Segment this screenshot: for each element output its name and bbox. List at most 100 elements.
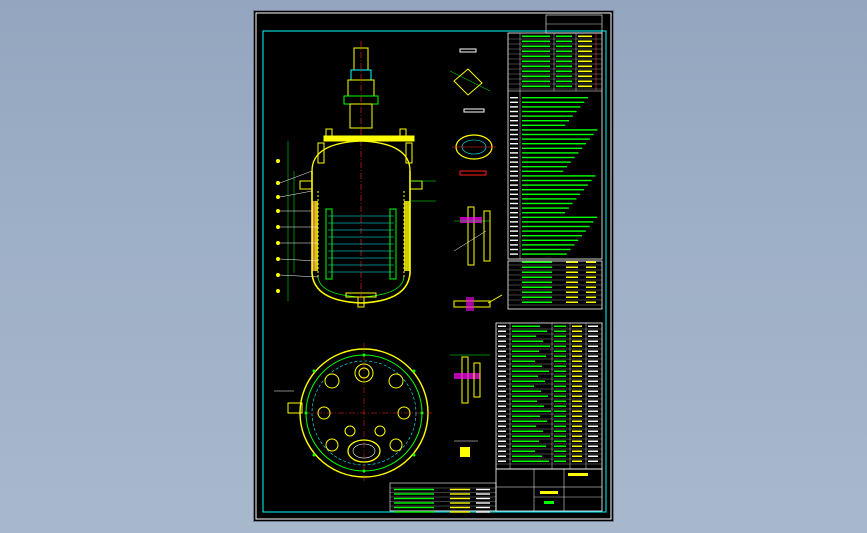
illegible-text xyxy=(510,216,518,218)
illegible-text xyxy=(578,65,592,68)
illegible-text xyxy=(522,156,575,159)
illegible-text xyxy=(498,350,506,352)
illegible-text xyxy=(510,239,518,241)
illegible-text xyxy=(522,161,571,163)
illegible-text xyxy=(588,395,598,397)
illegible-text xyxy=(522,45,550,48)
illegible-text xyxy=(588,435,598,437)
illegible-text xyxy=(522,253,567,255)
illegible-text xyxy=(476,493,490,495)
illegible-text xyxy=(510,202,518,205)
illegible-text xyxy=(572,340,582,342)
illegible-text xyxy=(566,301,578,303)
illegible-text xyxy=(512,400,537,402)
illegible-text xyxy=(566,286,578,288)
illegible-text xyxy=(498,380,506,382)
illegible-text xyxy=(588,365,598,367)
illegible-text xyxy=(522,184,588,186)
illegible-text xyxy=(512,435,550,437)
illegible-text xyxy=(588,380,598,382)
illegible-text xyxy=(510,143,518,145)
illegible-text xyxy=(498,415,506,417)
illegible-text xyxy=(510,189,518,191)
illegible-text xyxy=(522,115,573,117)
illegible-text xyxy=(554,360,566,362)
illegible-text xyxy=(572,365,582,367)
illegible-text xyxy=(522,230,586,232)
illegible-text xyxy=(588,370,598,372)
illegible-text xyxy=(554,410,566,412)
illegible-text xyxy=(510,101,518,103)
illegible-text xyxy=(522,212,565,214)
illegible-text xyxy=(476,497,490,500)
illegible-text xyxy=(510,230,518,232)
illegible-text xyxy=(586,286,596,288)
illegible-text xyxy=(510,115,518,117)
illegible-text xyxy=(522,120,569,122)
illegible-text xyxy=(522,110,577,113)
illegible-text xyxy=(588,330,598,332)
illegible-text xyxy=(522,80,550,83)
illegible-text xyxy=(572,395,582,397)
illegible-text xyxy=(498,335,506,337)
illegible-text xyxy=(556,50,572,53)
illegible-text xyxy=(554,380,566,382)
illegible-text xyxy=(512,385,534,387)
illegible-text xyxy=(566,266,578,268)
illegible-text xyxy=(556,55,572,58)
illegible-text xyxy=(554,435,566,437)
plan-view xyxy=(274,343,434,483)
illegible-text xyxy=(512,370,549,372)
illegible-text xyxy=(522,65,550,68)
illegible-text xyxy=(554,340,566,342)
illegible-text xyxy=(556,35,572,38)
illegible-text xyxy=(510,248,518,251)
illegible-text xyxy=(510,156,518,159)
illegible-text xyxy=(578,40,592,43)
illegible-text xyxy=(522,106,581,108)
illegible-text xyxy=(498,430,506,432)
illegible-text xyxy=(554,365,566,367)
illegible-text xyxy=(554,415,566,417)
illegible-text xyxy=(510,179,518,182)
illegible-text xyxy=(588,345,598,347)
illegible-text xyxy=(586,271,596,273)
illegible-text xyxy=(572,455,582,457)
illegible-text xyxy=(578,80,592,83)
illegible-text xyxy=(512,415,540,417)
illegible-text xyxy=(512,335,536,337)
illegible-text xyxy=(512,425,536,427)
illegible-text xyxy=(498,340,506,342)
illegible-text xyxy=(572,355,582,357)
illegible-text xyxy=(554,370,566,372)
illegible-text xyxy=(394,488,434,491)
illegible-text xyxy=(554,335,566,337)
illegible-text xyxy=(588,440,598,442)
illegible-text xyxy=(522,55,550,58)
illegible-text xyxy=(554,460,566,462)
illegible-text xyxy=(512,450,535,452)
specification-table xyxy=(507,14,603,310)
illegible-text xyxy=(586,291,596,293)
illegible-text xyxy=(578,75,592,78)
illegible-text xyxy=(510,212,518,214)
illegible-text xyxy=(522,235,582,237)
illegible-text xyxy=(450,511,470,513)
illegible-text xyxy=(572,425,582,427)
illegible-text xyxy=(556,85,572,88)
illegible-text xyxy=(522,286,552,288)
illegible-text xyxy=(498,460,506,462)
illegible-text xyxy=(588,385,598,387)
illegible-text xyxy=(572,400,582,402)
illegible-text xyxy=(450,502,470,504)
illegible-text xyxy=(588,335,598,337)
illegible-text xyxy=(522,85,550,88)
illegible-text xyxy=(572,410,582,412)
illegible-text xyxy=(498,450,506,452)
illegible-text xyxy=(556,75,572,78)
illegible-text xyxy=(512,390,541,392)
illegible-text xyxy=(588,405,598,407)
illegible-text xyxy=(450,497,470,500)
illegible-text xyxy=(522,296,552,298)
cad-viewport[interactable] xyxy=(0,0,867,533)
